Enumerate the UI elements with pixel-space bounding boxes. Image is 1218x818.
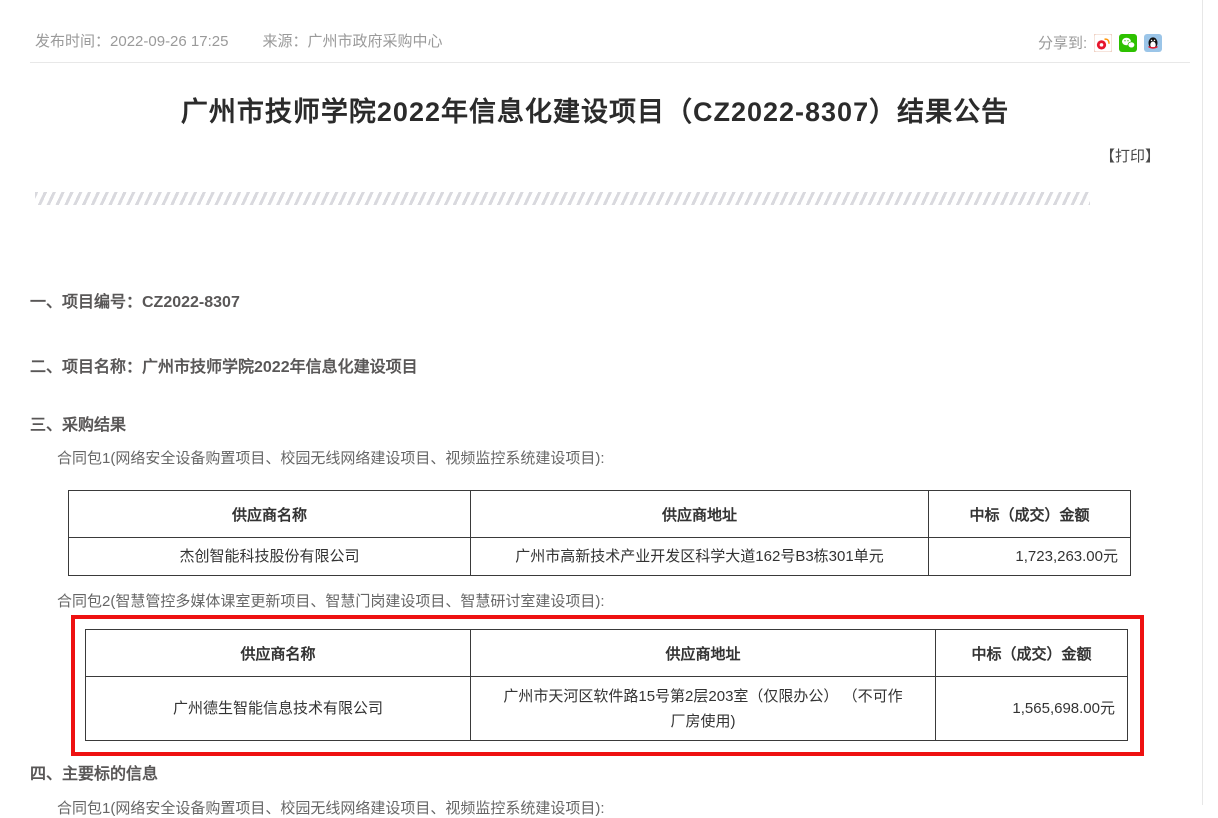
result-table-package1: 供应商名称 供应商地址 中标（成交）金额 杰创智能科技股份有限公司 广州市高新技… (68, 490, 1131, 576)
supplier-address-cell: 广州市天河区软件路15号第2层203室（仅限办公） （不可作厂房使用) (471, 677, 936, 741)
wechat-icon[interactable] (1119, 34, 1137, 52)
page-title: 广州市技师学院2022年信息化建设项目（CZ2022-8307）结果公告 (0, 90, 1190, 129)
publish-time-value: 2022-09-26 17:25 (110, 33, 228, 50)
header-supplier-name: 供应商名称 (86, 630, 471, 677)
page-right-edge (1202, 0, 1203, 805)
supplier-name-cell: 广州德生智能信息技术有限公司 (86, 677, 471, 741)
table-row: 广州德生智能信息技术有限公司 广州市天河区软件路15号第2层203室（仅限办公）… (86, 677, 1128, 741)
publish-time-label: 发布时间： (35, 33, 110, 50)
section-project-name: 二、项目名称：广州市技师学院2022年信息化建设项目 (30, 353, 418, 377)
result-table-package2: 供应商名称 供应商地址 中标（成交）金额 广州德生智能信息技术有限公司 广州市天… (85, 629, 1128, 741)
header-award-amount: 中标（成交）金额 (929, 491, 1131, 538)
award-amount-cell: 1,723,263.00元 (929, 538, 1131, 576)
section-procurement-result: 三、采购结果 (30, 411, 126, 435)
contract-package-1-label: 合同包1(网络安全设备购置项目、校园无线网络建设项目、视频监控系统建设项目): (57, 447, 605, 468)
section-project-number: 一、项目编号：CZ2022-8307 (30, 288, 240, 312)
clipped-bottom-text: 合同包1(网络安全设备购置项目、校园无线网络建设项目、视频监控系统建设项目): (57, 797, 605, 818)
weibo-icon[interactable] (1094, 34, 1112, 52)
header-supplier-address: 供应商地址 (471, 491, 929, 538)
qq-icon[interactable] (1144, 34, 1162, 52)
source-value: 广州市政府采购中心 (307, 33, 442, 50)
section-main-subject-info: 四、主要标的信息 (30, 760, 158, 784)
table-header-row: 供应商名称 供应商地址 中标（成交）金额 (86, 630, 1128, 677)
source-label: 来源： (262, 33, 307, 50)
supplier-address-cell: 广州市高新技术产业开发区科学大道162号B3栋301单元 (471, 538, 929, 576)
print-link[interactable]: 【打印】 (1100, 145, 1160, 166)
header-award-amount: 中标（成交）金额 (936, 630, 1128, 677)
meta-divider (30, 62, 1190, 63)
hatched-divider (35, 192, 1090, 205)
meta-bar: 发布时间：2022-09-26 17:25 来源：广州市政府采购中心 (35, 30, 442, 51)
header-supplier-name: 供应商名称 (69, 491, 471, 538)
award-amount-cell: 1,565,698.00元 (936, 677, 1128, 741)
share-bar: 分享到: (1038, 32, 1162, 53)
header-supplier-address: 供应商地址 (471, 630, 936, 677)
supplier-name-cell: 杰创智能科技股份有限公司 (69, 538, 471, 576)
table-row: 杰创智能科技股份有限公司 广州市高新技术产业开发区科学大道162号B3栋301单… (69, 538, 1131, 576)
contract-package-2-label: 合同包2(智慧管控多媒体课室更新项目、智慧门岗建设项目、智慧研讨室建设项目): (57, 590, 605, 611)
table-header-row: 供应商名称 供应商地址 中标（成交）金额 (69, 491, 1131, 538)
share-label: 分享到: (1038, 32, 1087, 53)
